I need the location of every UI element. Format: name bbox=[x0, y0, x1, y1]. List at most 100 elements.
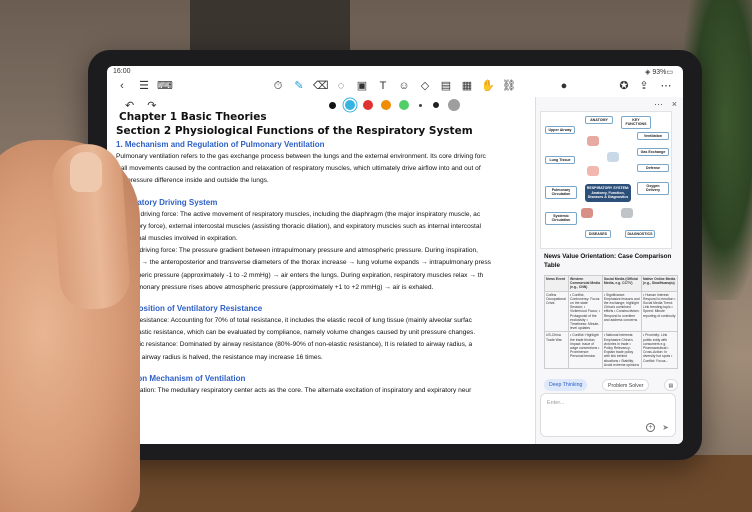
chapter-title: Chapter 1 Basic Theories bbox=[119, 111, 267, 123]
shape-icon[interactable]: ◇ bbox=[418, 79, 432, 93]
diagram-node: DIAGNOSTICS bbox=[625, 230, 655, 239]
diagram-node: Gas Exchange bbox=[637, 148, 669, 157]
table-title: News Value Orientation: Case Comparison … bbox=[544, 253, 672, 269]
link-icon[interactable]: ⛓ bbox=[502, 79, 516, 93]
keyboard-icon[interactable]: ⌨ bbox=[157, 79, 173, 93]
table-icon[interactable]: ▦ bbox=[460, 79, 474, 93]
paragraph-line: the pressure difference inside and outsi… bbox=[116, 177, 269, 185]
paragraph-line: Elastic resistance: Accounting for 70% o… bbox=[116, 317, 472, 325]
ai-icon[interactable]: ✪ bbox=[617, 79, 631, 93]
text-icon[interactable]: T bbox=[376, 79, 390, 93]
diagram-node: Ventilation bbox=[637, 132, 669, 141]
subheading-driving-system: Ventilatory Driving System bbox=[116, 197, 218, 207]
chat-input-box: + ➤ bbox=[540, 393, 676, 437]
alveoli-illustration bbox=[607, 152, 619, 162]
paragraph-line: on-elastic resistance: Dominated by airw… bbox=[116, 341, 473, 349]
lasso-icon[interactable]: ◌ bbox=[334, 79, 348, 93]
more-icon[interactable]: ⋯ bbox=[659, 79, 673, 93]
paragraph-line: intrapulmonary pressure rises above atmo… bbox=[116, 283, 434, 291]
stopwatch-icon[interactable]: ⏱ bbox=[271, 79, 285, 93]
paragraph-line: ral regulation: The medullary respirator… bbox=[116, 386, 472, 394]
table-cell: • Conflict: Highlight the trade friction… bbox=[568, 331, 603, 370]
chat-input[interactable] bbox=[547, 400, 657, 406]
status-indicators: ◈ 93%▭ bbox=[645, 69, 673, 76]
table-cell: • Proximity: Link public eddy with consu… bbox=[641, 331, 678, 370]
table-cell: • Conflict, Controversy: Focus on the st… bbox=[568, 290, 603, 333]
table-cell: • Human Interest: Respond to emotion • S… bbox=[641, 290, 678, 333]
toolbar: ‹ ☰ ⌨ ⏱ ✎ ⌫ ◌ ▣ T ☺ ◇ ▤ ▦ ✋ ⛓ ● ✪ ⇪ ⋯ bbox=[107, 79, 683, 97]
document-pane[interactable]: ↶ ↷ Chapter 1 Basic Theories Section 2 P… bbox=[107, 97, 535, 444]
paragraph-line: Primary driving force: The active moveme… bbox=[116, 210, 481, 218]
marker-icon[interactable]: ✎ bbox=[292, 79, 306, 93]
send-icon[interactable]: ➤ bbox=[662, 423, 669, 432]
paragraph-line: inspiratory force), external intercostal… bbox=[116, 222, 482, 230]
color-green[interactable] bbox=[399, 100, 409, 110]
respiratory-diagram[interactable]: ANATOMY KEY FUNCTIONS Upper Airway Lung … bbox=[540, 111, 672, 249]
table-cell: • National Interests: Emphasize China's … bbox=[601, 331, 643, 370]
image-icon[interactable]: ▣ bbox=[355, 79, 369, 93]
list-icon[interactable]: ☰ bbox=[137, 79, 151, 93]
diagram-node: Defense bbox=[637, 164, 669, 173]
share-icon[interactable]: ⇪ bbox=[637, 79, 651, 93]
paragraph-line: abdominal muscles involved in expiration… bbox=[116, 235, 238, 243]
lungs-illustration bbox=[587, 136, 599, 146]
paragraph-line: Indirect driving force: The pressure gra… bbox=[116, 247, 478, 255]
size-medium[interactable] bbox=[433, 102, 439, 108]
tablet-screen: 16:00 ◈ 93%▭ ‹ ☰ ⌨ ⏱ ✎ ⌫ ◌ ▣ T ☺ ◇ ▤ ▦ ✋… bbox=[107, 66, 683, 444]
thumbnail bbox=[70, 152, 102, 192]
hand-icon[interactable]: ✋ bbox=[481, 79, 495, 93]
diagram-node: Pulmonary Circulation bbox=[545, 186, 577, 199]
size-small[interactable] bbox=[419, 104, 422, 107]
ai-assistant-panel: ⋯ × ANATOMY KEY FUNCTIONS Upper Airway L… bbox=[535, 97, 683, 444]
more-icon[interactable]: ⋯ bbox=[654, 99, 663, 110]
eraser-icon[interactable]: ⌫ bbox=[313, 79, 329, 93]
close-icon[interactable]: × bbox=[672, 99, 677, 109]
table-cell: US-China Trade War bbox=[543, 331, 570, 370]
table-header: Native Online Media (e.g., Sina/Huanqiu) bbox=[641, 275, 678, 292]
table-header: Western Commercial Media (e.g., CNN) bbox=[568, 275, 603, 292]
mic-icon[interactable]: ● bbox=[557, 79, 571, 93]
status-bar: 16:00 ◈ 93%▭ bbox=[107, 66, 683, 78]
paragraph-line: m. If the airway radius is halved, the r… bbox=[116, 353, 323, 361]
diagram-node: Oxygen Delivery bbox=[637, 182, 669, 195]
document-body: Chapter 1 Basic Theories Section 2 Physi… bbox=[116, 111, 535, 397]
color-cyan[interactable] bbox=[345, 100, 355, 110]
deep-thinking-chip[interactable]: Deep Thinking bbox=[544, 379, 588, 391]
diagram-node: ANATOMY bbox=[585, 116, 613, 125]
table-cell: Collins Occupational Crisis bbox=[543, 290, 570, 333]
airway-illustration bbox=[587, 166, 599, 176]
color-red[interactable] bbox=[363, 100, 373, 110]
status-time: 16:00 bbox=[113, 68, 131, 75]
subheading-resistance: Composition of Ventilatory Resistance bbox=[116, 304, 263, 314]
back-icon[interactable]: ‹ bbox=[115, 79, 129, 93]
more-tools-chip[interactable]: ▤ bbox=[664, 379, 678, 391]
diagram-node: KEY FUNCTIONS bbox=[621, 116, 651, 129]
diagram-node: DISEASES bbox=[585, 230, 611, 239]
color-orange[interactable] bbox=[381, 100, 391, 110]
color-black[interactable] bbox=[329, 102, 336, 109]
table-header: News Event bbox=[543, 275, 570, 292]
paragraph-line: atmospheric pressure (approximately -1 t… bbox=[116, 271, 484, 279]
paragraph-line: Pulmonary ventilation refers to the gas … bbox=[116, 153, 486, 160]
comparison-table: News Event Western Commercial Media (e.g… bbox=[543, 275, 678, 370]
diagram-center-node: RESPIRATORY SYSTEM: Anatomy, Function, D… bbox=[585, 184, 631, 202]
xray-illustration bbox=[621, 208, 633, 218]
table-row: US-China Trade War • Conflict: Highlight… bbox=[543, 331, 678, 370]
diagram-node: Lung Tissue bbox=[545, 156, 575, 165]
section-title: Section 2 Physiological Functions of the… bbox=[116, 125, 473, 137]
size-large[interactable] bbox=[448, 99, 460, 111]
diagram-node: Upper Airway bbox=[545, 126, 575, 135]
problem-solver-chip[interactable]: Problem Solver bbox=[602, 379, 650, 391]
table-row: Collins Occupational Crisis • Conflict, … bbox=[543, 290, 678, 333]
sticker-icon[interactable]: ☺ bbox=[397, 79, 411, 93]
paragraph-line: lastic elastic resistance, which can be … bbox=[116, 329, 476, 337]
subheading-regulation: gulation Mechanism of Ventilation bbox=[116, 373, 246, 383]
diagram-node: Systemic Circulation bbox=[545, 212, 577, 225]
paragraph-line: contract → the anteroposterior and trans… bbox=[116, 259, 491, 267]
table-header: Social Media (Official Media, e.g. CCTV) bbox=[601, 275, 643, 292]
add-icon[interactable]: + bbox=[646, 423, 655, 432]
disease-illustration bbox=[581, 208, 593, 218]
paragraph-line: wall movements caused by the contraction… bbox=[116, 165, 481, 173]
note-icon[interactable]: ▤ bbox=[439, 79, 453, 93]
subheading-mechanism: 1. Mechanism and Regulation of Pulmonary… bbox=[116, 140, 325, 149]
